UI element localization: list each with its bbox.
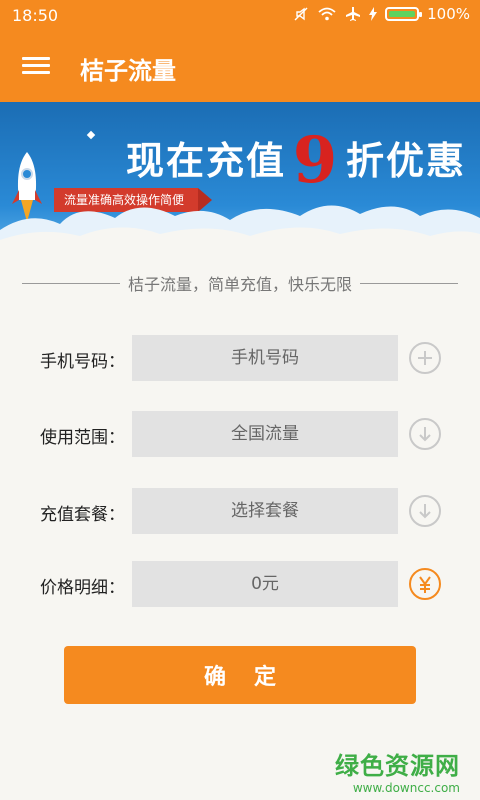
wifi-icon — [317, 6, 337, 22]
scope-select[interactable]: 全国流量 — [132, 411, 398, 457]
charging-icon — [369, 7, 378, 21]
battery-icon — [385, 7, 423, 21]
airplane-icon — [345, 6, 361, 22]
mute-icon — [293, 6, 309, 22]
divider — [360, 282, 459, 284]
phone-label: 手机号码： — [40, 352, 125, 372]
banner-headline-right: 折优惠 — [346, 139, 467, 183]
phone-input[interactable] — [132, 335, 398, 381]
package-label: 充值套餐： — [40, 505, 125, 525]
dropdown-icon[interactable] — [409, 418, 441, 450]
status-bar: 18:50 100% — [0, 0, 480, 32]
promo-banner[interactable]: 现在充值 9 折优惠 流量准确高效操作简便 — [0, 102, 480, 250]
menu-icon[interactable] — [22, 53, 50, 81]
add-contact-icon[interactable] — [409, 342, 441, 374]
scope-row: 使用范围： 全国流量 — [0, 411, 480, 457]
banner-discount-number: 9 — [292, 123, 340, 198]
banner-headline-left: 现在充值 — [126, 139, 287, 183]
app-bar: 桔子流量 — [0, 32, 480, 102]
confirm-button[interactable]: 确定 — [64, 646, 416, 704]
app-title: 桔子流量 — [80, 57, 176, 85]
tagline: 桔子流量，简单充值，快乐无限 — [128, 275, 353, 294]
star-decoration — [86, 130, 96, 140]
divider — [22, 282, 120, 284]
cloud-decoration — [0, 205, 480, 250]
status-time: 18:50 — [12, 6, 59, 25]
package-row: 充值套餐： 选择套餐 — [0, 488, 480, 534]
watermark-title: 绿色资源网 — [335, 752, 460, 780]
tagline-row: 桔子流量，简单充值，快乐无限 — [22, 270, 459, 296]
status-icons: 100% — [293, 5, 470, 23]
watermark-url: www.downcc.com — [352, 781, 460, 795]
package-select[interactable]: 选择套餐 — [132, 488, 398, 534]
yen-icon — [409, 568, 441, 600]
price-label: 价格明细： — [40, 578, 125, 598]
price-value: 0元 — [132, 561, 398, 607]
phone-row: 手机号码： — [0, 335, 480, 381]
scope-label: 使用范围： — [40, 428, 125, 448]
dropdown-icon[interactable] — [409, 495, 441, 527]
watermark: 绿色资源网 www.downcc.com — [335, 746, 460, 795]
battery-percent: 100% — [427, 5, 470, 23]
banner-headline: 现在充值 9 折优惠 — [126, 123, 467, 198]
price-row: 价格明细： 0元 — [0, 561, 480, 607]
